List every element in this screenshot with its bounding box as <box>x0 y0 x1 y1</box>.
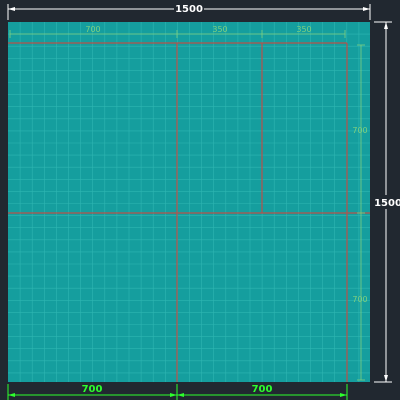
right-upper-span-label: 700 <box>352 126 367 135</box>
bottom-right-span-label: 700 <box>252 384 273 395</box>
overall-height-label: 1500 <box>374 198 400 209</box>
overall-width-label: 1500 <box>175 4 203 15</box>
right-lower-span-label: 700 <box>352 295 367 304</box>
top-mid-span-label: 350 <box>212 25 227 34</box>
bottom-left-span-label: 700 <box>82 384 103 395</box>
top-right-span-label: 350 <box>296 25 311 34</box>
top-left-span-label: 700 <box>85 25 100 34</box>
tile-panel[interactable] <box>8 22 370 382</box>
cad-drawing-canvas[interactable]: 1500 1500 700 350 350 700 700 700 700 <box>0 0 400 400</box>
